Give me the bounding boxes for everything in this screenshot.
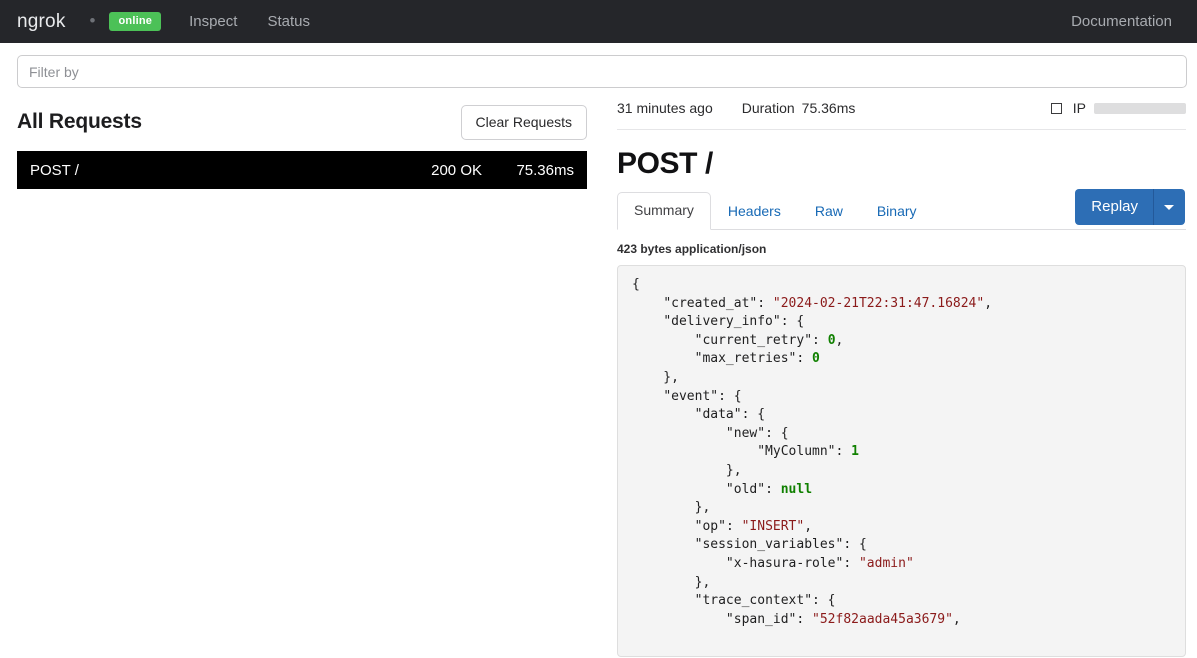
tab-headers[interactable]: Headers xyxy=(711,193,798,230)
json-token-punc: : { xyxy=(843,537,867,553)
main-split-layout: All Requests Clear Requests POST / 200 O… xyxy=(0,88,1197,658)
chevron-down-icon xyxy=(1164,204,1174,210)
json-token-punc xyxy=(632,537,695,552)
request-detail-title: POST / xyxy=(617,147,713,180)
json-token-str: "admin" xyxy=(858,555,914,571)
json-token-punc: : xyxy=(796,611,813,627)
json-token-punc: , xyxy=(984,295,993,311)
ip-label: IP xyxy=(1072,100,1086,116)
json-token-punc: : xyxy=(796,351,813,367)
filter-input[interactable] xyxy=(17,55,1187,88)
json-token-punc: : xyxy=(835,444,852,460)
tab-raw[interactable]: Raw xyxy=(798,193,860,230)
json-token-punc xyxy=(632,407,695,422)
json-token-punc: { xyxy=(632,277,640,292)
ip-value-redacted xyxy=(1094,102,1186,114)
json-token-punc: }, xyxy=(632,462,742,478)
top-navigation-bar: ngrok • online Inspect Status Documentat… xyxy=(0,0,1197,43)
json-token-key: "event" xyxy=(663,388,719,404)
json-token-punc: : xyxy=(765,481,781,497)
json-token-punc xyxy=(632,333,695,348)
separator-dot-icon: • xyxy=(89,11,96,30)
nav-link-status[interactable]: Status xyxy=(267,13,310,30)
json-token-key: "data" xyxy=(694,407,742,423)
body-size-and-type: 423 bytes application/json xyxy=(617,242,767,256)
json-token-punc xyxy=(632,426,726,441)
json-token-punc: : xyxy=(725,518,742,534)
json-token-key: "span_id" xyxy=(725,611,797,627)
json-token-punc: : xyxy=(812,332,828,348)
flag-placeholder-icon xyxy=(1050,102,1062,114)
nav-link-inspect[interactable]: Inspect xyxy=(189,13,237,30)
filter-bar xyxy=(0,43,1197,88)
json-token-punc: }, xyxy=(632,500,711,516)
json-token-punc: }, xyxy=(632,369,679,385)
json-token-punc xyxy=(632,389,663,404)
replay-dropdown-button[interactable] xyxy=(1154,189,1185,225)
tab-summary[interactable]: Summary xyxy=(617,192,711,230)
json-token-key: "delivery_info" xyxy=(663,314,781,330)
page-title: All Requests xyxy=(17,110,142,133)
json-token-punc: : { xyxy=(812,593,836,609)
json-token-num: 0 xyxy=(827,332,836,348)
request-list-item[interactable]: POST / 200 OK 75.36ms xyxy=(17,151,587,189)
duration-label: Duration xyxy=(741,100,795,116)
json-token-key: "new" xyxy=(725,425,766,441)
json-token-punc: , xyxy=(952,611,961,627)
json-token-key: "max_retries" xyxy=(694,351,797,367)
json-token-key: "x-hasura-role" xyxy=(725,555,844,571)
requests-list-pane: All Requests Clear Requests POST / 200 O… xyxy=(0,88,600,189)
nav-link-documentation[interactable]: Documentation xyxy=(1071,13,1172,30)
json-token-punc: , xyxy=(835,332,844,348)
status-badge-online: online xyxy=(109,12,162,31)
json-token-punc xyxy=(632,351,695,366)
json-token-punc: : xyxy=(757,295,773,311)
json-token-punc: : xyxy=(843,555,859,571)
json-token-punc xyxy=(632,444,757,459)
json-token-punc xyxy=(632,593,695,608)
json-token-str: "52f82aada45a3679" xyxy=(812,611,953,627)
json-token-key: "old" xyxy=(725,481,766,497)
request-time-ago: 31 minutes ago xyxy=(617,100,713,116)
request-method-path: POST / xyxy=(30,161,79,179)
json-token-null: null xyxy=(780,481,813,497)
tab-binary[interactable]: Binary xyxy=(860,193,934,230)
json-token-num: 1 xyxy=(851,444,859,460)
request-status: 200 OK xyxy=(431,161,482,179)
json-token-punc: : { xyxy=(765,425,789,441)
json-token-key: "MyColumn" xyxy=(757,444,836,460)
clear-requests-button[interactable]: Clear Requests xyxy=(460,104,587,140)
detail-tab-bar: Summary Headers Raw Binary Replay xyxy=(617,189,1186,230)
replay-split-button: Replay xyxy=(1075,189,1185,225)
json-token-str: "2024-02-21T22:31:47.16824" xyxy=(772,295,985,311)
response-body-json: { "created_at": "2024-02-21T22:31:47.168… xyxy=(617,265,1186,657)
json-token-key: "session_variables" xyxy=(694,537,844,553)
requests-list-header: All Requests Clear Requests xyxy=(17,102,587,142)
json-token-punc: , xyxy=(804,518,813,534)
json-token-key: "op" xyxy=(694,518,726,534)
duration-value: 75.36ms xyxy=(801,100,856,116)
json-token-punc: : { xyxy=(741,407,766,423)
ngrok-logo: ngrok xyxy=(17,10,66,32)
json-token-str: "INSERT" xyxy=(741,518,805,534)
request-detail-pane: 31 minutes ago Duration 75.36ms IP POST … xyxy=(600,88,1197,658)
replay-button[interactable]: Replay xyxy=(1075,189,1154,225)
json-token-num: 0 xyxy=(812,351,820,367)
json-token-key: "created_at" xyxy=(663,295,758,311)
request-meta-row: 31 minutes ago Duration 75.36ms IP xyxy=(617,100,1186,130)
json-token-punc xyxy=(632,314,663,329)
json-token-punc xyxy=(632,612,726,627)
json-token-punc xyxy=(632,482,726,497)
json-token-punc: : { xyxy=(780,314,805,330)
request-duration: 75.36ms xyxy=(516,161,574,179)
json-token-punc xyxy=(632,519,695,534)
json-token-key: "current_retry" xyxy=(694,332,813,348)
json-token-punc: : { xyxy=(718,388,742,404)
json-token-punc xyxy=(632,296,663,311)
json-token-punc xyxy=(632,556,726,571)
json-token-punc: }, xyxy=(632,574,711,590)
json-token-key: "trace_context" xyxy=(694,593,813,609)
